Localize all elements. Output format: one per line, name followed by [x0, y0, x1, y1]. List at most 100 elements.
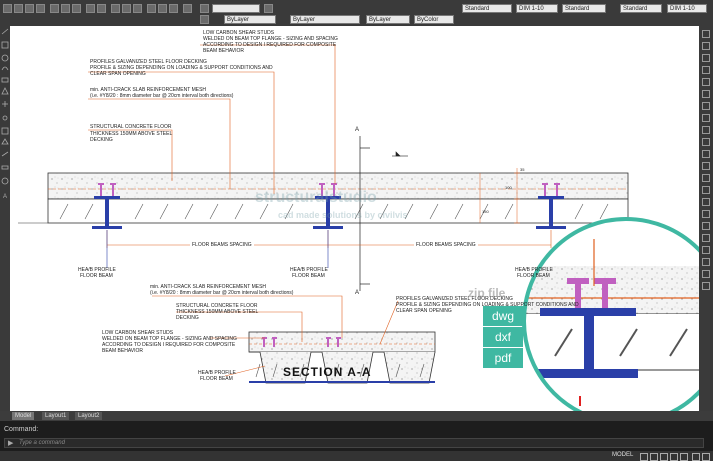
spacing-label-2: FLOOR BEAMS SPACING	[414, 242, 478, 248]
note-lower-studs-4: BEAM BEHAVIOR	[102, 348, 144, 354]
tolerance-icon[interactable]	[702, 270, 710, 278]
undo-icon[interactable]	[86, 4, 95, 13]
tab-model[interactable]: Model	[12, 412, 35, 420]
beam-label-b2: FLOOR BEAM	[292, 273, 325, 279]
dxf-badge: dxf	[483, 327, 523, 347]
linetype-dropdown[interactable]: ByLayer	[290, 15, 360, 24]
drawing-canvas[interactable]: LOW CARBON SHEAR STUDS WELDED ON BEAM TO…	[10, 26, 699, 411]
tab-layout2[interactable]: Layout2	[75, 412, 103, 420]
fullscreen-icon[interactable]	[702, 453, 710, 461]
properties-icon[interactable]	[147, 4, 156, 13]
layer-manager-icon[interactable]	[200, 4, 209, 13]
beam-label-c2: FLOOR BEAM	[517, 273, 550, 279]
mleader-style-dropdown[interactable]: Standard	[620, 4, 662, 13]
rotate-icon[interactable]	[702, 102, 710, 110]
new-file-icon[interactable]	[3, 4, 12, 13]
print-icon[interactable]	[36, 4, 45, 13]
pdf-badge: pdf	[483, 348, 523, 368]
draw-tools-icons[interactable]: A	[0, 26, 10, 411]
grid-icon[interactable]	[640, 453, 648, 461]
command-history: Command:	[4, 426, 39, 433]
osnap-icon[interactable]	[680, 453, 688, 461]
design-center-icon[interactable]	[158, 4, 167, 13]
ortho-icon[interactable]	[660, 453, 668, 461]
color-icon[interactable]	[200, 15, 209, 24]
note-lower-concrete-3: DECKING	[176, 315, 199, 321]
trim-icon[interactable]	[702, 138, 710, 146]
dim-style-dropdown[interactable]: DIM 1-10	[516, 4, 558, 13]
watermark-sub: cad made solutions by civilvis	[278, 210, 408, 220]
dim-linear-icon[interactable]	[702, 210, 710, 218]
extend-icon[interactable]	[702, 150, 710, 158]
dwg-badge: dwg	[483, 306, 523, 326]
paste-icon[interactable]	[72, 4, 81, 13]
note-concrete-1: STRUCTURAL CONCRETE FLOOR	[90, 124, 172, 130]
copy-icon[interactable]	[61, 4, 70, 13]
watermark-main: structuralstudio	[255, 189, 377, 206]
dim-angular-icon[interactable]	[702, 246, 710, 254]
section-title: SECTION A-A	[283, 365, 372, 379]
section-marker-top: A	[355, 127, 360, 133]
dim-aligned-icon[interactable]	[702, 222, 710, 230]
tool-palette-icon[interactable]	[169, 4, 178, 13]
open-file-icon[interactable]	[14, 4, 23, 13]
fillet-icon[interactable]	[702, 186, 710, 194]
layer-previous-icon[interactable]	[264, 4, 273, 13]
status-bar: MODEL	[0, 451, 713, 461]
command-placeholder: Type a command	[19, 440, 65, 446]
note-decking-3: CLEAR SPAN OPENING	[90, 71, 146, 77]
spacing-label-1: FLOOR BEAMS SPACING	[190, 242, 254, 248]
plot-style-dropdown[interactable]: ByColor	[414, 15, 454, 24]
zoom-window-icon[interactable]	[133, 4, 142, 13]
layout-tabs: Model Layout1 Layout2	[0, 411, 713, 421]
command-prompt-icon: ▶	[8, 440, 14, 447]
beam-label-a2: FLOOR BEAM	[80, 273, 113, 279]
snap-icon[interactable]	[650, 453, 658, 461]
text-style-dropdown[interactable]: Standard	[462, 4, 512, 13]
array-icon[interactable]	[702, 78, 710, 86]
save-icon[interactable]	[25, 4, 34, 13]
dim-radius-icon[interactable]	[702, 234, 710, 242]
model-space-toggle[interactable]: MODEL	[612, 452, 633, 458]
draw-toolbar: A	[0, 26, 10, 411]
tab-layout1[interactable]: Layout1	[42, 412, 70, 420]
workspace-gear-icon[interactable]	[692, 453, 700, 461]
note-mesh-2: (i.e. #Y8/20 : 8mm diameter bar @ 20cm i…	[90, 93, 234, 99]
stretch-icon[interactable]	[702, 126, 710, 134]
beam-spacing-dimension	[106, 230, 552, 268]
dim-35: 35	[520, 167, 525, 172]
explode-icon[interactable]	[702, 198, 710, 206]
redo-icon[interactable]	[97, 4, 106, 13]
table-style-dropdown[interactable]: Standard	[562, 4, 606, 13]
center-mark-icon[interactable]	[702, 282, 710, 290]
beam-label-lower-2: FLOOR BEAM	[200, 376, 233, 382]
help-icon[interactable]	[183, 4, 192, 13]
color-dropdown[interactable]: ByLayer	[224, 15, 276, 24]
layer-dropdown[interactable]	[212, 4, 260, 13]
pan-icon[interactable]	[111, 4, 120, 13]
polar-icon[interactable]	[670, 453, 678, 461]
chamfer-icon[interactable]	[702, 174, 710, 182]
scale-dropdown[interactable]: DIM 1-10	[667, 4, 707, 13]
lineweight-dropdown[interactable]: ByLayer	[366, 15, 410, 24]
note-lower-decking-3: CLEAR SPAN OPENING	[396, 308, 452, 314]
break-icon[interactable]	[702, 162, 710, 170]
leader-icon[interactable]	[702, 258, 710, 266]
note-concrete-3: DECKING	[90, 137, 113, 143]
erase-icon[interactable]	[702, 30, 710, 38]
command-input[interactable]: Type a command ▶	[4, 438, 704, 448]
copy-object-icon[interactable]	[702, 42, 710, 50]
offset-icon[interactable]	[702, 66, 710, 74]
zoom-icon[interactable]	[122, 4, 131, 13]
dim-100: 100	[505, 185, 512, 190]
mirror-icon[interactable]	[702, 54, 710, 62]
svg-text:A: A	[3, 194, 7, 200]
cut-icon[interactable]	[50, 4, 59, 13]
level-marker-icon	[392, 151, 408, 157]
note-lower-mesh-2: (i.e. #Y8/20 : 8mm diameter bar @ 20cm i…	[150, 290, 294, 296]
section-marker-bottom: A	[355, 290, 360, 296]
dim-150: 150	[482, 209, 489, 214]
scale-icon[interactable]	[702, 114, 710, 122]
modify-toolbar	[699, 26, 713, 411]
move-icon[interactable]	[702, 90, 710, 98]
